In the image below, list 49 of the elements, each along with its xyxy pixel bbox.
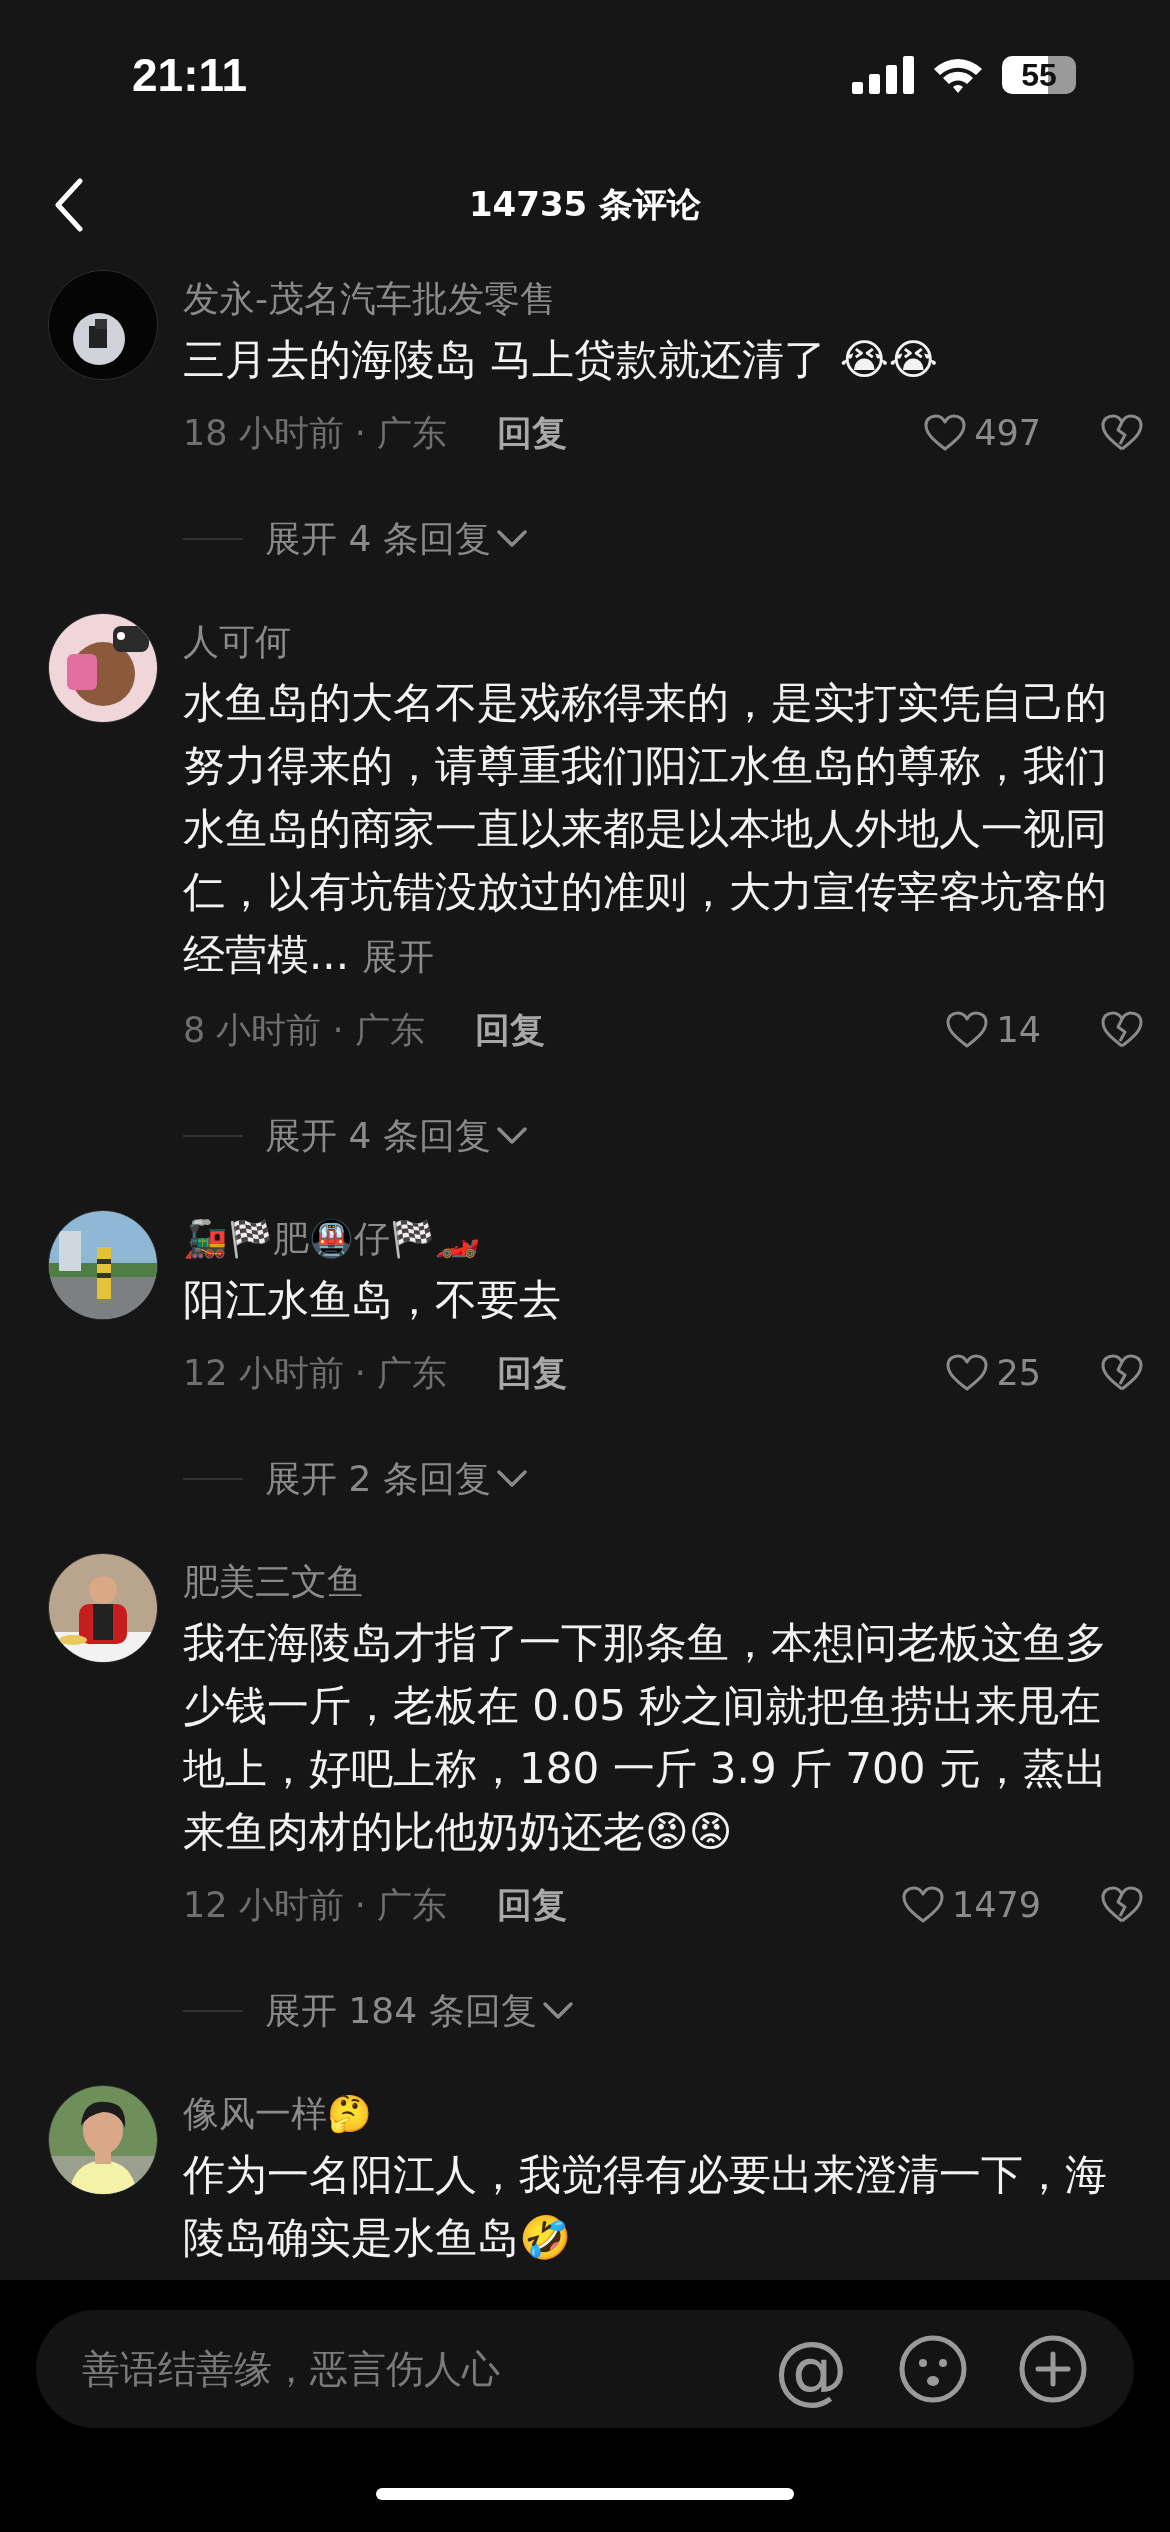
comment-text: 作为一名阳江人，我觉得有必要出来澄清一下，海陵岛确实是水鱼岛🤣: [183, 2149, 1108, 2264]
heart-icon[interactable]: [946, 1354, 989, 1392]
like-count: 1479: [951, 1885, 1041, 1925]
broken-heart-icon[interactable]: [1101, 414, 1143, 452]
comment-time: 8 小时前 · 广东: [183, 1008, 425, 1052]
broken-heart-icon[interactable]: [1101, 1886, 1143, 1924]
add-icon[interactable]: [1018, 2334, 1088, 2404]
heart-icon[interactable]: [901, 1886, 944, 1924]
broken-heart-icon[interactable]: [1101, 1011, 1143, 1049]
comment-input-field[interactable]: 善语结善缘，恶言伤人心 @: [36, 2310, 1134, 2428]
clock-time: 21:11: [132, 48, 248, 102]
reply-link[interactable]: 回复: [497, 409, 568, 457]
expand-replies-link[interactable]: 展开 184 条回复: [265, 1986, 575, 2036]
username[interactable]: 🚂🏁肥🚇仔🏁🏎: [183, 1210, 1143, 1268]
expand-replies-link[interactable]: 展开 4 条回复: [265, 1111, 529, 1161]
comment-text: 三月去的海陵岛 马上贷款就还清了 😭😭: [183, 334, 939, 386]
comment-text: 我在海陵岛才指了一下那条鱼，本想问老板这鱼多少钱一斤，老板在 0.05 秒之间就把鱼捞出来甩在地上，好吧上称，180 一斤 3.9 斤 700 元，蒸出来鱼肉材的比他奶奶还老😡😡: [183, 1617, 1108, 1858]
reply-link[interactable]: 回复: [497, 1881, 568, 1929]
heart-icon[interactable]: [946, 1011, 989, 1049]
username[interactable]: 人可何: [183, 613, 1143, 671]
chevron-down-icon: [494, 1125, 529, 1147]
comment-time: 18 小时前 · 广东: [183, 411, 448, 455]
username[interactable]: 肥美三文鱼: [183, 1553, 1143, 1611]
smiley-icon[interactable]: [898, 2334, 968, 2404]
comment-text: 水鱼岛的大名不是戏称得来的，是实打实凭自己的努力得来的，请尊重我们阳江水鱼岛的尊称，我们水鱼岛的商家一直以来都是以本地人外地人一视同仁，以有坑错没放过的准则，大力宣传宰客坑客的经营模... 展开: [183, 677, 1108, 981]
expand-replies-link[interactable]: 展开 4 条回复: [265, 514, 529, 564]
signal-icon: [852, 56, 914, 94]
back-icon[interactable]: [54, 178, 84, 232]
chevron-down-icon: [540, 2000, 575, 2022]
username[interactable]: 发永-茂名汽车批发零售: [183, 270, 1143, 328]
reply-link[interactable]: 回复: [497, 1349, 568, 1397]
battery-icon: 55: [1002, 56, 1076, 94]
comment-time: 12 小时前 · 广东: [183, 1351, 448, 1395]
like-count: 25: [996, 1353, 1041, 1393]
mention-icon[interactable]: @: [774, 2329, 848, 2409]
chevron-down-icon: [494, 1468, 529, 1490]
like-count: 14: [996, 1010, 1041, 1050]
wifi-icon: [932, 56, 984, 94]
comment-time: 12 小时前 · 广东: [183, 1883, 448, 1927]
expand-replies-link[interactable]: 展开 2 条回复: [265, 1454, 529, 1504]
broken-heart-icon[interactable]: [1101, 1354, 1143, 1392]
comment-text: 阳江水鱼岛，不要去: [183, 1274, 562, 1326]
heart-icon[interactable]: [924, 414, 967, 452]
expand-link[interactable]: 展开: [362, 936, 435, 977]
username[interactable]: 像风一样🤔: [183, 2085, 1143, 2143]
page-title: 14735 条评论: [468, 183, 702, 226]
like-count: 497: [974, 413, 1041, 453]
reply-link[interactable]: 回复: [474, 1006, 545, 1054]
chevron-down-icon: [494, 528, 529, 550]
